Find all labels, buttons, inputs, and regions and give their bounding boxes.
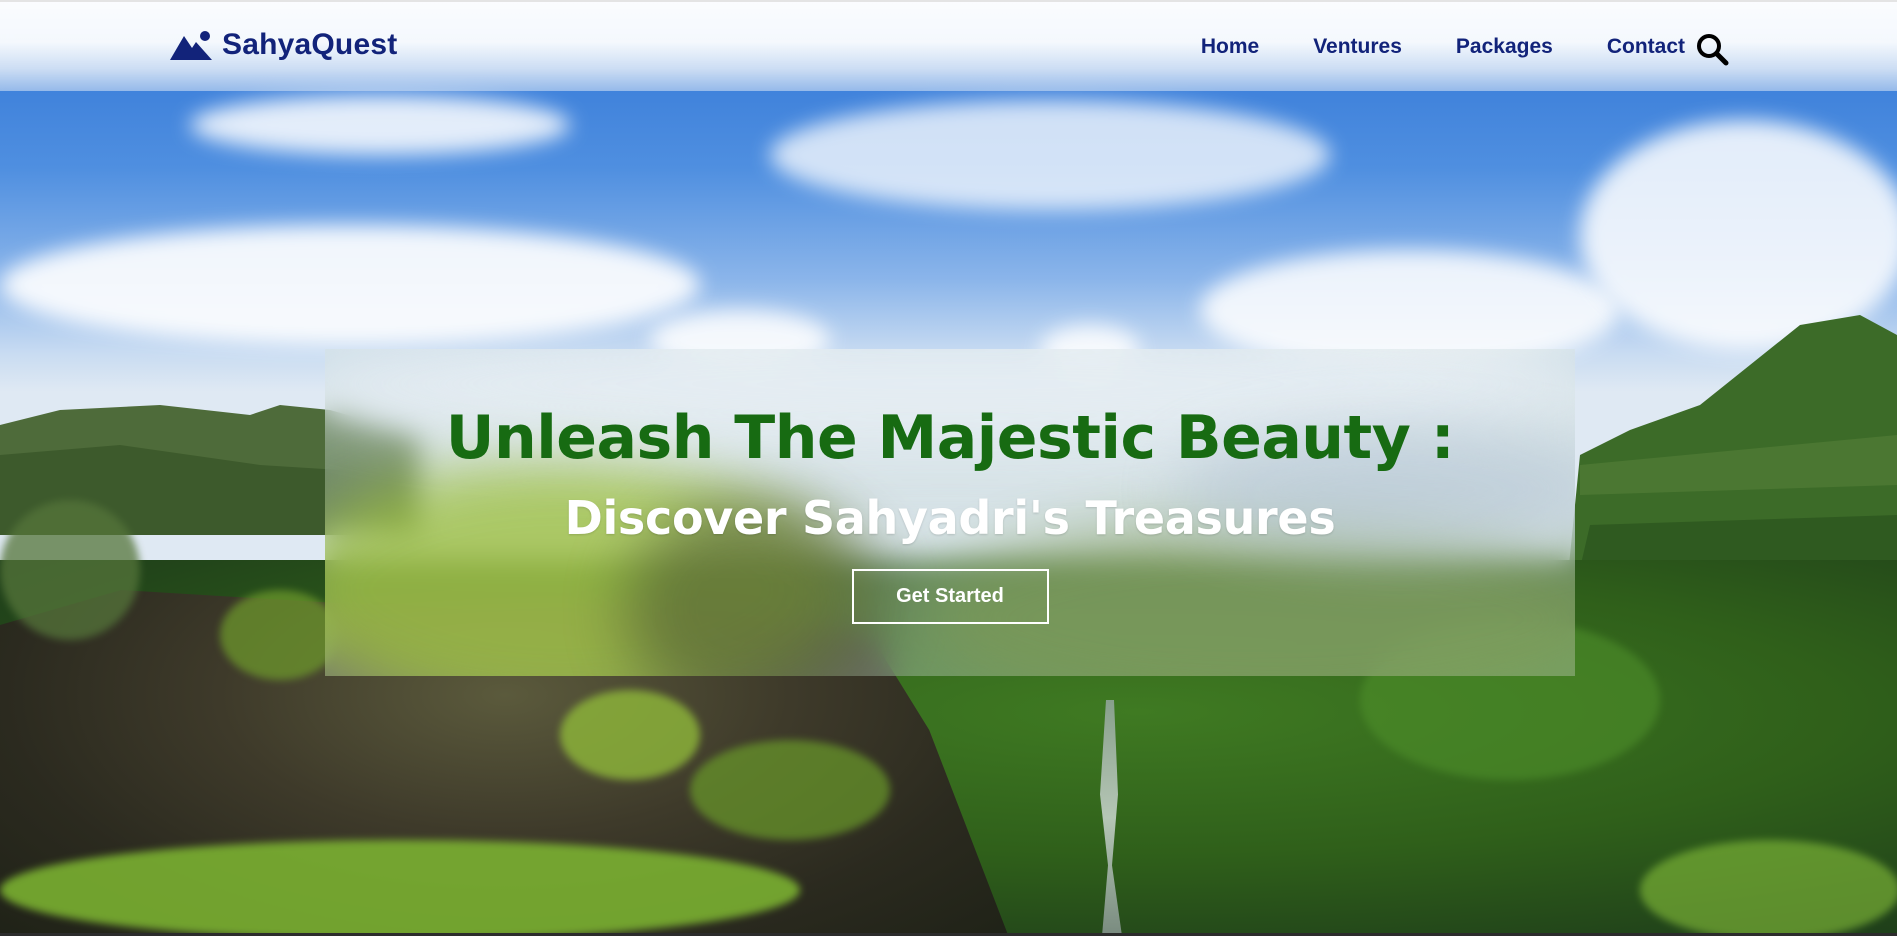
nav-home[interactable]: Home xyxy=(1201,35,1259,59)
brand-logo[interactable]: SahyaQuest xyxy=(170,28,397,62)
hero-panel: Unleash The Majestic Beauty : Discover S… xyxy=(325,349,1575,676)
get-started-button[interactable]: Get Started xyxy=(851,569,1049,624)
brand-name: SahyaQuest xyxy=(222,28,398,61)
nav-ventures[interactable]: Ventures xyxy=(1313,35,1402,59)
nav-contact[interactable]: Contact xyxy=(1607,35,1685,59)
hero-subheadline: Discover Sahyadri's Treasures xyxy=(564,491,1336,545)
nav-packages[interactable]: Packages xyxy=(1456,35,1553,59)
mountain-icon xyxy=(170,31,212,60)
search-icon[interactable] xyxy=(1695,32,1729,66)
main-nav: Home Ventures Packages Contact xyxy=(1201,35,1685,59)
hero-headline: Unleash The Majestic Beauty : xyxy=(445,403,1455,473)
site-header: SahyaQuest Home Ventures Packages Contac… xyxy=(0,0,1897,91)
